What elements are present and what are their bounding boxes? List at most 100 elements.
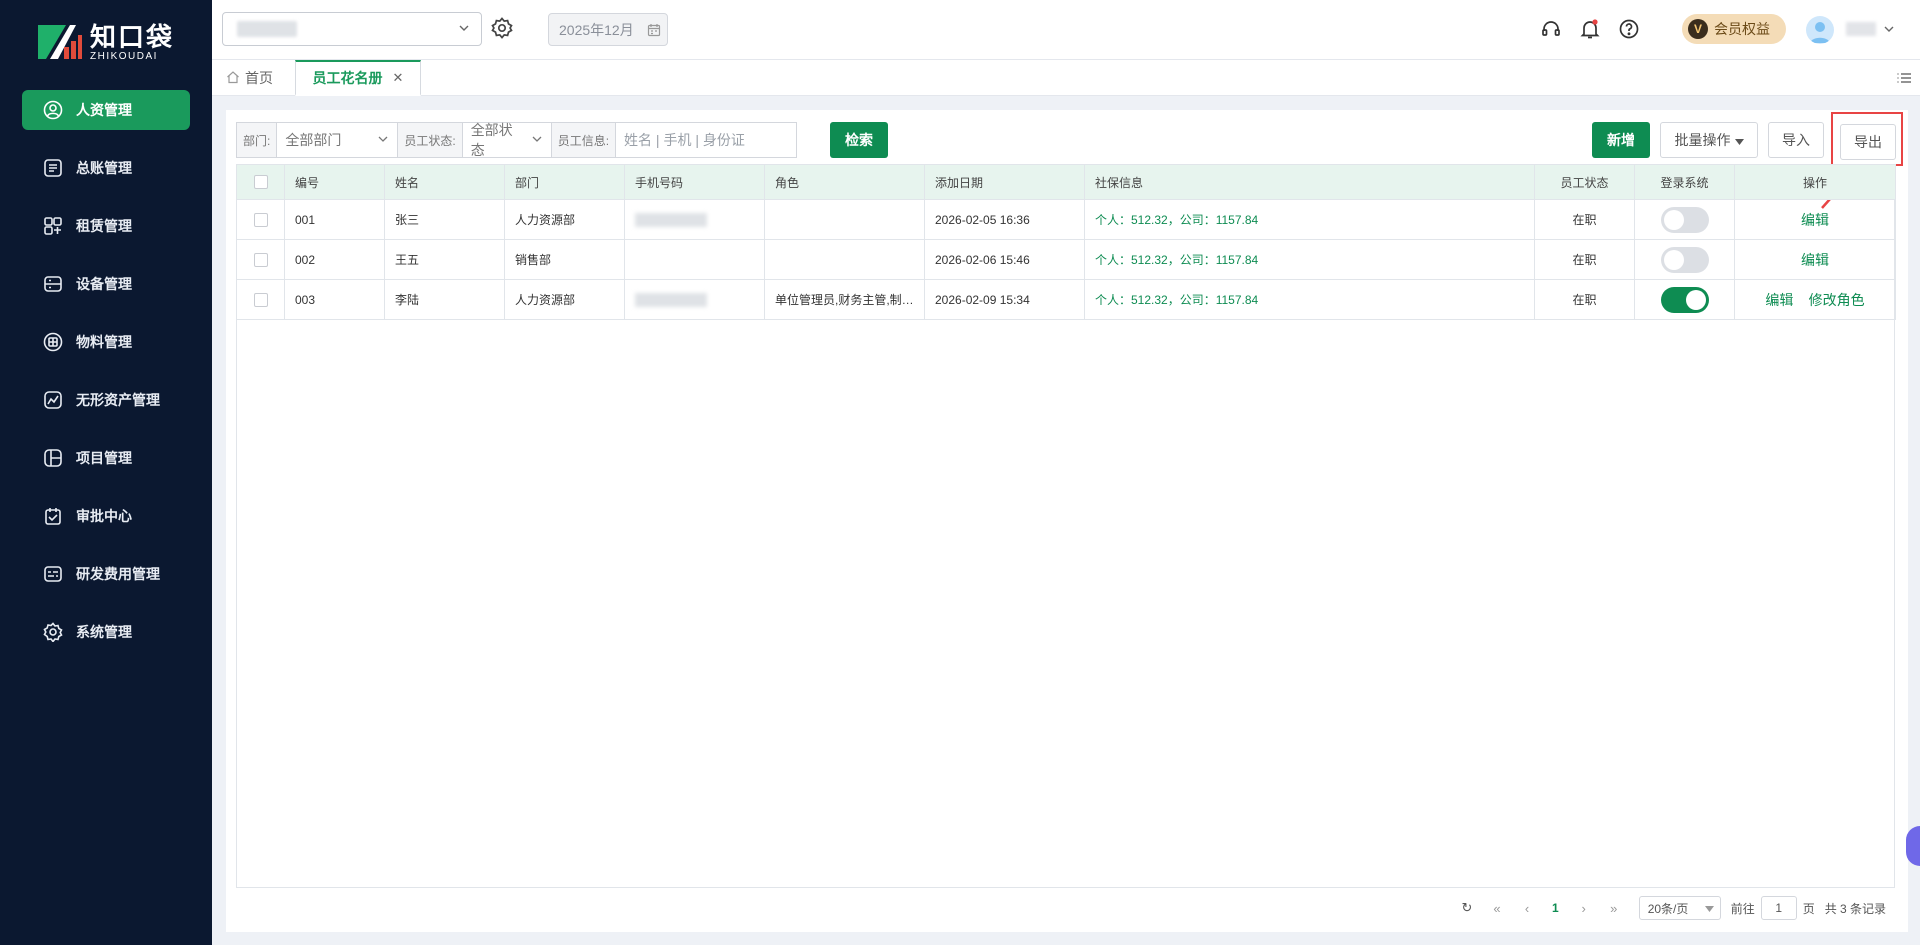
dept-filter-value: 全部部门 [285, 132, 342, 148]
month-picker[interactable]: 2025年12月 [548, 13, 668, 46]
login-toggle[interactable] [1660, 206, 1709, 233]
cell-role [764, 239, 925, 280]
select-all-checkbox-cell[interactable] [236, 164, 285, 200]
caret-down-icon [1734, 132, 1744, 148]
cell-phone [624, 199, 765, 240]
headset-icon[interactable] [1540, 18, 1564, 42]
cell-status: 在职 [1534, 199, 1635, 240]
vip-benefits-button[interactable]: V 会员权益 [1682, 14, 1786, 44]
sidebar-item-intangible-assets[interactable]: 无形资产管理 [22, 380, 190, 420]
last-page-icon[interactable]: » [1603, 901, 1625, 916]
col-header-status: 员工状态 [1534, 164, 1635, 200]
search-button[interactable]: 检索 [830, 122, 888, 158]
cell-role: 单位管理员,财务主管,制… [764, 279, 925, 320]
sidebar-item-lease[interactable]: 租赁管理 [22, 206, 190, 246]
chevron-down-icon[interactable] [1882, 22, 1896, 39]
close-icon[interactable]: ✕ [393, 70, 404, 86]
sidebar-item-label: 系统管理 [76, 624, 132, 640]
cell-date: 2026-02-09 15:34 [924, 279, 1085, 320]
avatar[interactable] [1806, 16, 1834, 44]
chat-float-button[interactable] [1906, 826, 1920, 866]
sidebar-item-label: 无形资产管理 [76, 392, 160, 408]
employee-info-filter: 员工信息: 姓名 | 手机 | 身份证 [550, 122, 798, 158]
sidebar-item-label: 设备管理 [76, 276, 132, 292]
login-toggle[interactable] [1660, 246, 1709, 273]
login-toggle[interactable] [1660, 286, 1709, 313]
row-checkbox-cell[interactable] [236, 239, 285, 280]
export-button[interactable]: 导出 [1840, 124, 1896, 160]
sidebar-item-rd-expense[interactable]: 研发费用管理 [22, 554, 190, 594]
top-bar: 2025年12月 V 会员权益 [212, 0, 1920, 60]
caret-down-icon [1704, 901, 1714, 915]
select-all-checkbox[interactable] [253, 175, 268, 190]
col-header-phone: 手机号码 [624, 164, 765, 200]
cell-dept: 人力资源部 [504, 279, 625, 320]
tab-home[interactable]: 首页 [226, 60, 273, 96]
help-icon[interactable] [1618, 18, 1642, 42]
tab-employee-roster[interactable]: 员工花名册 ✕ [295, 60, 421, 96]
dept-filter[interactable]: 部门: 全部部门 [236, 122, 399, 158]
cell-dept: 销售部 [504, 239, 625, 280]
next-page-icon[interactable]: › [1573, 901, 1595, 916]
cell-login [1634, 199, 1735, 240]
add-employee-button[interactable]: 新增 [1592, 122, 1650, 158]
current-page[interactable]: 1 [1552, 901, 1559, 915]
brand-logo[interactable]: 知口袋 ZHIKOUDAI [36, 18, 174, 68]
home-icon [226, 70, 240, 87]
col-header-social: 社保信息 [1084, 164, 1535, 200]
import-button[interactable]: 导入 [1768, 122, 1824, 158]
project-icon [42, 447, 64, 469]
sidebar-item-system[interactable]: 系统管理 [22, 612, 190, 652]
dept-filter-label: 部门: [237, 123, 278, 157]
row-checkbox[interactable] [253, 252, 268, 267]
sidebar-item-project[interactable]: 项目管理 [22, 438, 190, 478]
company-select[interactable] [222, 12, 482, 46]
user-name-redacted[interactable] [1846, 22, 1876, 36]
page-size-select[interactable]: 20条/页 [1638, 896, 1721, 920]
info-filter-label: 员工信息: [551, 123, 617, 157]
refresh-icon[interactable]: ↻ [1456, 900, 1478, 916]
employee-search-input[interactable]: 姓名 | 手机 | 身份证 [616, 123, 796, 157]
chevron-down-icon [377, 132, 389, 148]
cell-date: 2026-02-06 15:46 [924, 239, 1085, 280]
logo-mark-icon [36, 21, 82, 65]
goto-page-input[interactable]: 1 [1760, 896, 1797, 920]
status-filter[interactable]: 员工状态: 全部状态 [397, 122, 552, 158]
batch-actions-label: 批量操作 [1674, 132, 1731, 148]
gear-icon[interactable] [490, 16, 516, 42]
bell-icon[interactable] [1579, 18, 1603, 42]
phone-redacted [635, 212, 707, 227]
row-checkbox-cell[interactable] [236, 279, 285, 320]
row-checkbox[interactable] [253, 212, 268, 227]
material-icon [42, 331, 64, 353]
cell-dept: 人力资源部 [504, 199, 625, 240]
edit-link[interactable]: 编辑 [1801, 212, 1829, 228]
table-row: 002 王五 销售部 2026-02-06 15:46 个人：512.32，公司… [236, 239, 1896, 280]
sidebar-item-hr[interactable]: 人资管理 [22, 90, 190, 130]
list-menu-icon[interactable] [1896, 70, 1912, 89]
main-panel: 部门: 全部部门 员工状态: 全部状态 员工信息: 姓名 | 手机 | 身份证 … [226, 110, 1908, 932]
sidebar-item-material[interactable]: 物料管理 [22, 322, 190, 362]
filter-bar: 部门: 全部部门 员工状态: 全部状态 员工信息: 姓名 | 手机 | 身份证 [236, 122, 798, 158]
batch-actions-button[interactable]: 批量操作 [1660, 122, 1758, 158]
cell-status: 在职 [1534, 279, 1635, 320]
settings-icon [42, 621, 64, 643]
edit-role-link[interactable]: 修改角色 [1809, 292, 1865, 308]
row-checkbox[interactable] [253, 292, 268, 307]
phone-redacted [635, 292, 707, 307]
sidebar-item-label: 审批中心 [76, 508, 132, 524]
cell-name: 王五 [384, 239, 505, 280]
sidebar-item-label: 人资管理 [76, 102, 132, 118]
prev-page-icon[interactable]: ‹ [1516, 901, 1538, 916]
edit-link[interactable]: 编辑 [1801, 252, 1829, 268]
col-header-date: 添加日期 [924, 164, 1085, 200]
page-unit: 页 [1802, 901, 1815, 916]
row-checkbox-cell[interactable] [236, 199, 285, 240]
sidebar-item-ledger[interactable]: 总账管理 [22, 148, 190, 188]
sidebar-item-approval[interactable]: 审批中心 [22, 496, 190, 536]
edit-link[interactable]: 编辑 [1765, 292, 1793, 308]
col-header-name: 姓名 [384, 164, 505, 200]
sidebar-item-device[interactable]: 设备管理 [22, 264, 190, 304]
first-page-icon[interactable]: « [1486, 901, 1508, 916]
status-filter-label: 员工状态: [398, 123, 463, 157]
